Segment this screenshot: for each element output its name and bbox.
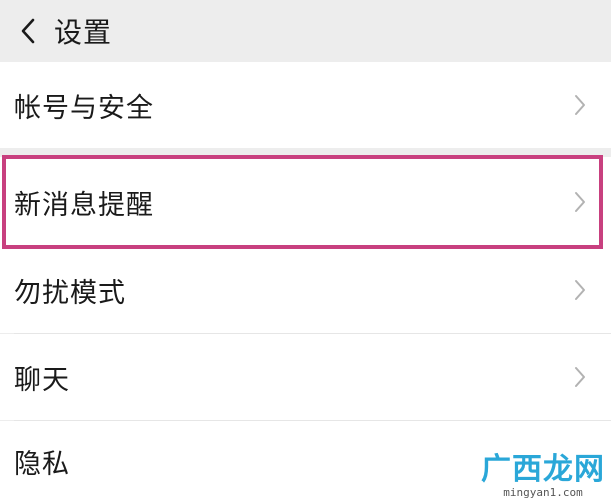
settings-item-label: 勿扰模式 [14, 277, 126, 309]
settings-item-do-not-disturb[interactable]: 勿扰模式 [0, 247, 611, 333]
chevron-right-icon [575, 192, 585, 212]
watermark-title: 广西龙网 [481, 452, 605, 487]
settings-item-account-security[interactable]: 帐号与安全 [0, 62, 611, 148]
settings-item-label: 聊天 [14, 364, 70, 396]
watermark-url: mingyan1.com [503, 486, 583, 499]
settings-item-chat[interactable]: 聊天 [0, 334, 611, 420]
settings-item-label: 新消息提醒 [14, 189, 154, 221]
chevron-left-icon [21, 18, 35, 44]
chevron-right-icon [575, 367, 585, 387]
chevron-right-icon [575, 280, 585, 300]
watermark: 广西龙网 mingyan1.com [481, 453, 605, 499]
back-button[interactable] [8, 6, 48, 56]
settings-item-new-message-alerts[interactable]: 新消息提醒 [0, 157, 611, 247]
navigation-header: 设置 [0, 0, 611, 62]
settings-item-label: 隐私 [14, 448, 70, 480]
settings-item-label: 帐号与安全 [14, 92, 154, 124]
page-title: 设置 [54, 16, 113, 49]
chevron-right-icon [575, 95, 585, 115]
